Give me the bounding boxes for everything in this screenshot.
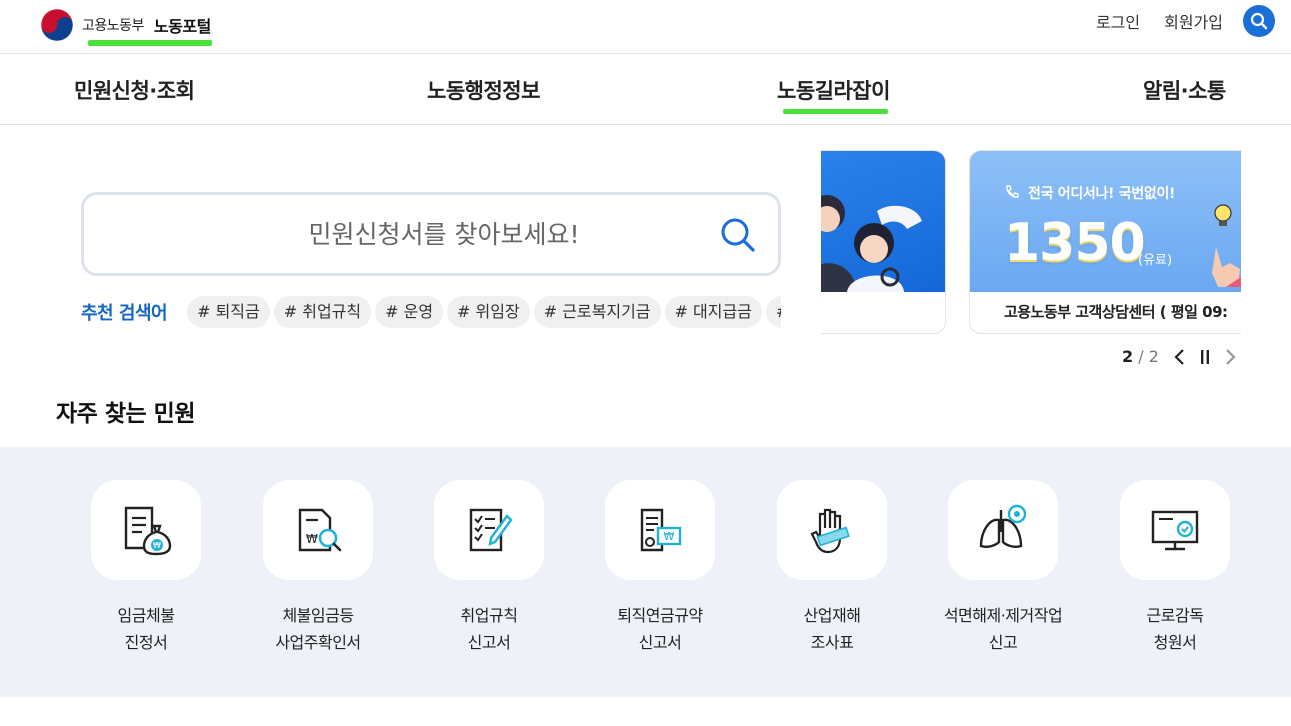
pause-icon[interactable] — [1199, 348, 1211, 366]
service-icon-box: ₩ — [263, 480, 373, 580]
keyword-tag[interactable]: # 대지급금 — [664, 296, 762, 328]
login-link[interactable]: 로그인 — [1096, 9, 1140, 33]
checklist-pen-icon — [469, 508, 513, 552]
service-label-line1: 근로감독 — [1146, 606, 1204, 625]
service-icon-box: ₩ — [91, 480, 201, 580]
frequent-services-title: 자주 찾는 민원 — [56, 401, 195, 427]
service-label: 체불임금등 사업주확인서 — [232, 602, 404, 656]
petition-search-input[interactable] — [104, 195, 704, 273]
portal-name: 노동포털 — [153, 17, 211, 36]
document-search-icon: ₩ — [298, 508, 342, 552]
banner-call-center-image: 전국 어디서나! 국번없이! 1350 (유료) — [970, 151, 1241, 292]
people-illustration-icon — [821, 195, 922, 292]
service-item[interactable]: 근로감독 청원서 — [1089, 480, 1261, 656]
svg-text:₩: ₩ — [153, 541, 161, 550]
banner-carousel: 전국 어디서나! 국번없이! 1350 (유료) 고용노동부 고객상담센터 ( … — [821, 150, 1241, 334]
banner-number: 1350 — [1004, 213, 1146, 273]
monitor-check-icon — [1151, 510, 1199, 551]
service-icon-box — [948, 480, 1058, 580]
banner-paid-note: (유료) — [1138, 253, 1173, 268]
service-label: 퇴직연금규약 신고서 — [574, 602, 746, 656]
service-label: 산업재해 조사표 — [746, 602, 918, 656]
wage-document-icon: ₩ — [124, 506, 172, 556]
keyword-tag[interactable]: # 근로복지기금 — [533, 296, 661, 328]
pager-separator: / — [1138, 347, 1144, 366]
service-item[interactable]: ₩ 임금체불 진정서 — [60, 480, 232, 656]
service-label: 석면해제·제거작업 신고 — [917, 602, 1089, 656]
pager-total: 2 — [1148, 347, 1159, 366]
petition-search-button[interactable] — [718, 215, 758, 255]
chevron-left-icon[interactable] — [1173, 348, 1185, 366]
service-icon-box: ₩ — [605, 480, 715, 580]
service-icon-box — [1120, 480, 1230, 580]
recommended-keywords: 추천 검색어 # 퇴직금 # 취업규칙 # 운영 # 위임장 # 근로복지기금 … — [81, 296, 781, 328]
taegeuk-emblem-icon — [40, 8, 74, 42]
recommended-keywords-label: 추천 검색어 — [81, 303, 168, 324]
service-label-line2: 사업주확인서 — [275, 633, 361, 652]
ministry-name: 고용노동부 — [82, 18, 144, 34]
service-item[interactable]: ₩ 체불임금등 사업주확인서 — [232, 480, 404, 656]
service-label: 취업규칙 신고서 — [403, 602, 575, 656]
petition-search-box — [81, 192, 781, 276]
svg-text:₩: ₩ — [664, 530, 675, 543]
search-icon — [721, 218, 755, 252]
service-label: 근로감독 청원서 — [1089, 602, 1261, 656]
service-label-line1: 퇴직연금규약 — [617, 606, 703, 625]
keyword-tag[interactable]: # 위임장 — [447, 296, 530, 328]
service-label-line2: 신고서 — [467, 633, 511, 652]
pointing-hand-icon — [1212, 247, 1241, 287]
logo-highlight — [88, 40, 212, 46]
svg-text:₩: ₩ — [306, 532, 318, 546]
banner-tagline: 전국 어디서나! 국번없이! — [1028, 186, 1176, 202]
injured-hand-icon — [810, 508, 850, 554]
service-label-line2: 조사표 — [810, 633, 854, 652]
gnb-notice-communication[interactable]: 알림·소통 — [1143, 75, 1226, 105]
keyword-tag[interactable]: # 취업규칙 — [273, 296, 372, 328]
service-label-line2: 청원서 — [1153, 633, 1197, 652]
service-label-line1: 산업재해 — [803, 606, 861, 625]
gnb-labor-admin-info[interactable]: 노동행정정보 — [427, 75, 540, 105]
banner-illustration — [821, 151, 945, 292]
service-icon-box — [434, 480, 544, 580]
keyword-tag[interactable]: # 퇴직금 — [187, 296, 270, 328]
utility-menu: 로그인 회원가입 — [1096, 5, 1275, 37]
service-item[interactable]: 산업재해 조사표 — [746, 480, 918, 656]
service-label-line2: 신고서 — [638, 633, 682, 652]
header-search-button[interactable] — [1243, 5, 1275, 37]
signup-link[interactable]: 회원가입 — [1164, 9, 1223, 33]
site-logo[interactable]: 고용노동부 노동포털 — [40, 8, 211, 42]
chevron-right-icon[interactable] — [1225, 348, 1237, 366]
service-item[interactable]: 석면해제·제거작업 신고 — [917, 480, 1089, 656]
service-item[interactable]: 취업규칙 신고서 — [403, 480, 575, 656]
certificate-icon: ₩ — [640, 508, 682, 552]
search-icon — [1250, 12, 1268, 30]
service-label: 임금체불 진정서 — [60, 602, 232, 656]
service-label-line1: 취업규칙 — [460, 606, 518, 625]
lightbulb-icon — [1214, 204, 1232, 226]
banner-slide-call-center[interactable]: 전국 어디서나! 국번없이! 1350 (유료) 고용노동부 고객상담센터 ( … — [969, 150, 1241, 334]
gnb-active-highlight — [783, 109, 888, 114]
banner-caption: 고용노동부 고객상담센터 ( 평일 09: — [1004, 303, 1228, 321]
pager-current: 2 — [1122, 347, 1134, 366]
service-label-line2: 진정서 — [124, 633, 168, 652]
service-label-line2: 신고 — [988, 633, 1018, 652]
service-icon-box — [777, 480, 887, 580]
keyword-tag[interactable]: # 운영 — [375, 296, 444, 328]
gnb-civil-petition[interactable]: 민원신청·조회 — [74, 75, 195, 105]
main-navigation: 민원신청·조회 노동행정정보 노동길라잡이 알림·소통 — [0, 54, 1291, 125]
keyword-tag[interactable]: # — [765, 296, 781, 328]
service-label-line1: 체불임금등 — [282, 606, 354, 625]
pager-count: 2 / 2 — [1122, 347, 1159, 366]
gnb-labor-guide[interactable]: 노동길라잡이 — [777, 75, 890, 105]
service-label-line1: 임금체불 — [117, 606, 175, 625]
banner-pager: 2 / 2 — [1122, 347, 1237, 366]
site-header: 고용노동부 노동포털 로그인 회원가입 — [0, 0, 1291, 54]
lungs-icon — [979, 504, 1027, 548]
phone-icon — [1006, 185, 1019, 198]
service-label-line1: 석면해제·제거작업 — [943, 606, 1063, 625]
service-item[interactable]: ₩ 퇴직연금규약 신고서 — [574, 480, 746, 656]
banner-slide-people[interactable] — [821, 150, 946, 334]
